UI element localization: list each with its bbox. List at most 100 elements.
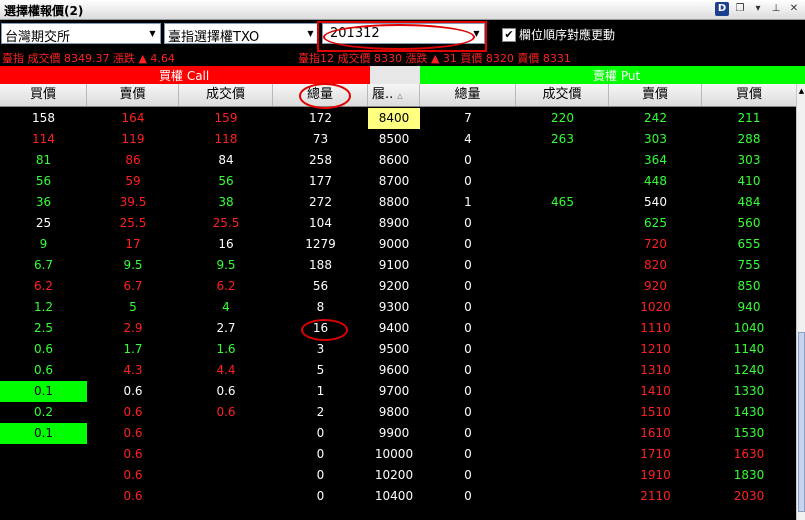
cell-call-last[interactable]: 0.6 xyxy=(179,402,273,423)
cell-put-ask[interactable]: 625 xyxy=(609,213,702,234)
table-row[interactable]: 25 25.5 25.5 104 8900 0 625 560 xyxy=(0,213,796,234)
cell-put-ask[interactable]: 448 xyxy=(609,171,702,192)
cell-call-last[interactable]: 56 xyxy=(179,171,273,192)
cell-call-bid[interactable] xyxy=(0,444,87,465)
cell-put-last[interactable] xyxy=(516,381,609,402)
cell-call-bid[interactable]: 114 xyxy=(0,129,87,150)
cell-call-ask[interactable]: 0.6 xyxy=(87,486,179,507)
table-row[interactable]: 9 17 16 1279 9000 0 720 655 xyxy=(0,234,796,255)
cell-put-volume[interactable]: 0 xyxy=(420,360,516,381)
table-row[interactable]: 0.1 0.6 0.6 1 9700 0 1410 1330 xyxy=(0,381,796,402)
cell-put-bid[interactable]: 288 xyxy=(702,129,796,150)
cell-call-bid[interactable]: 25 xyxy=(0,213,87,234)
cell-call-bid[interactable]: 9 xyxy=(0,234,87,255)
cell-put-bid[interactable]: 410 xyxy=(702,171,796,192)
cell-put-last[interactable] xyxy=(516,423,609,444)
cell-call-bid[interactable]: 6.2 xyxy=(0,276,87,297)
cell-put-ask[interactable]: 1910 xyxy=(609,465,702,486)
cell-call-ask[interactable]: 119 xyxy=(87,129,179,150)
cell-call-last[interactable]: 25.5 xyxy=(179,213,273,234)
cell-put-last[interactable] xyxy=(516,465,609,486)
cell-put-bid[interactable]: 1530 xyxy=(702,423,796,444)
exchange-select[interactable]: 台灣期交所 ▼ xyxy=(1,23,161,45)
cell-call-bid[interactable]: 56 xyxy=(0,171,87,192)
table-row[interactable]: 0.6 0 10200 0 1910 1830 xyxy=(0,465,796,486)
cell-strike[interactable]: 10000 xyxy=(368,444,420,465)
cell-call-last[interactable]: 84 xyxy=(179,150,273,171)
col-header-put-last[interactable]: 成交價 xyxy=(516,84,609,106)
cell-put-volume[interactable]: 0 xyxy=(420,171,516,192)
cell-put-bid[interactable]: 655 xyxy=(702,234,796,255)
cell-put-volume[interactable]: 7 xyxy=(420,108,516,129)
cell-put-volume[interactable]: 0 xyxy=(420,213,516,234)
col-header-call-bid[interactable]: 買價 xyxy=(0,84,87,106)
cell-call-volume[interactable]: 2 xyxy=(273,402,368,423)
cell-call-bid[interactable] xyxy=(0,486,87,507)
cell-call-last[interactable] xyxy=(179,444,273,465)
cell-put-bid[interactable]: 2030 xyxy=(702,486,796,507)
cell-call-volume[interactable]: 258 xyxy=(273,150,368,171)
cell-put-volume[interactable]: 0 xyxy=(420,381,516,402)
table-row[interactable]: 0.6 4.3 4.4 5 9600 0 1310 1240 xyxy=(0,360,796,381)
cell-strike[interactable]: 9700 xyxy=(368,381,420,402)
cell-put-bid[interactable]: 484 xyxy=(702,192,796,213)
cell-put-last[interactable] xyxy=(516,402,609,423)
cell-call-last[interactable] xyxy=(179,465,273,486)
cell-put-ask[interactable]: 2110 xyxy=(609,486,702,507)
cell-call-bid[interactable]: 6.7 xyxy=(0,255,87,276)
cell-call-ask[interactable]: 17 xyxy=(87,234,179,255)
col-header-put-ask[interactable]: 賣價 xyxy=(609,84,702,106)
cell-call-bid[interactable]: 0.6 xyxy=(0,360,87,381)
cell-put-bid[interactable]: 1140 xyxy=(702,339,796,360)
cell-put-bid[interactable]: 755 xyxy=(702,255,796,276)
cell-put-last[interactable] xyxy=(516,213,609,234)
pin-icon[interactable]: ⊥ xyxy=(769,2,783,16)
cell-put-ask[interactable]: 1310 xyxy=(609,360,702,381)
cell-call-last[interactable]: 16 xyxy=(179,234,273,255)
cell-put-bid[interactable]: 1040 xyxy=(702,318,796,339)
cell-put-volume[interactable]: 0 xyxy=(420,255,516,276)
cell-call-bid[interactable]: 0.2 xyxy=(0,402,87,423)
col-header-put-volume[interactable]: 總量 xyxy=(420,84,516,106)
table-row[interactable]: 56 59 56 177 8700 0 448 410 xyxy=(0,171,796,192)
cell-call-last[interactable]: 6.2 xyxy=(179,276,273,297)
cell-call-volume[interactable]: 1 xyxy=(273,381,368,402)
cell-call-last[interactable]: 1.6 xyxy=(179,339,273,360)
cell-strike[interactable]: 9900 xyxy=(368,423,420,444)
cell-call-volume[interactable]: 172 xyxy=(273,108,368,129)
cell-put-bid[interactable]: 850 xyxy=(702,276,796,297)
cell-call-last[interactable]: 0.6 xyxy=(179,381,273,402)
cell-call-volume[interactable]: 0 xyxy=(273,486,368,507)
cell-put-ask[interactable]: 920 xyxy=(609,276,702,297)
cell-call-volume[interactable]: 188 xyxy=(273,255,368,276)
cell-call-volume[interactable]: 104 xyxy=(273,213,368,234)
cell-call-bid[interactable]: 36 xyxy=(0,192,87,213)
cell-put-volume[interactable]: 0 xyxy=(420,402,516,423)
product-select[interactable]: 臺指選擇權TXO ▼ xyxy=(164,23,319,45)
cell-call-volume[interactable]: 0 xyxy=(273,423,368,444)
cell-call-bid[interactable]: 0.1 xyxy=(0,381,87,402)
cell-strike[interactable]: 9400 xyxy=(368,318,420,339)
cell-put-volume[interactable]: 0 xyxy=(420,234,516,255)
cell-strike[interactable]: 9600 xyxy=(368,360,420,381)
cell-call-ask[interactable]: 0.6 xyxy=(87,444,179,465)
cell-strike[interactable]: 8800 xyxy=(368,192,420,213)
table-row[interactable]: 36 39.5 38 272 8800 1 465 540 484 xyxy=(0,192,796,213)
cell-call-ask[interactable]: 39.5 xyxy=(87,192,179,213)
cell-put-last[interactable] xyxy=(516,234,609,255)
col-header-put-bid[interactable]: 買價 xyxy=(702,84,796,106)
cell-call-ask[interactable]: 1.7 xyxy=(87,339,179,360)
cell-put-bid[interactable]: 560 xyxy=(702,213,796,234)
cell-put-ask[interactable]: 1020 xyxy=(609,297,702,318)
cell-call-last[interactable] xyxy=(179,423,273,444)
cell-put-ask[interactable]: 1110 xyxy=(609,318,702,339)
cell-put-bid[interactable]: 940 xyxy=(702,297,796,318)
cell-put-volume[interactable]: 0 xyxy=(420,276,516,297)
chevron-down-icon[interactable]: ▼ xyxy=(303,24,318,43)
cell-strike[interactable]: 9100 xyxy=(368,255,420,276)
cell-strike[interactable]: 9300 xyxy=(368,297,420,318)
cell-put-ask[interactable]: 1610 xyxy=(609,423,702,444)
table-row[interactable]: 0.1 0.6 0 9900 0 1610 1530 xyxy=(0,423,796,444)
cell-put-last[interactable] xyxy=(516,150,609,171)
scrollbar-thumb[interactable] xyxy=(798,332,805,512)
